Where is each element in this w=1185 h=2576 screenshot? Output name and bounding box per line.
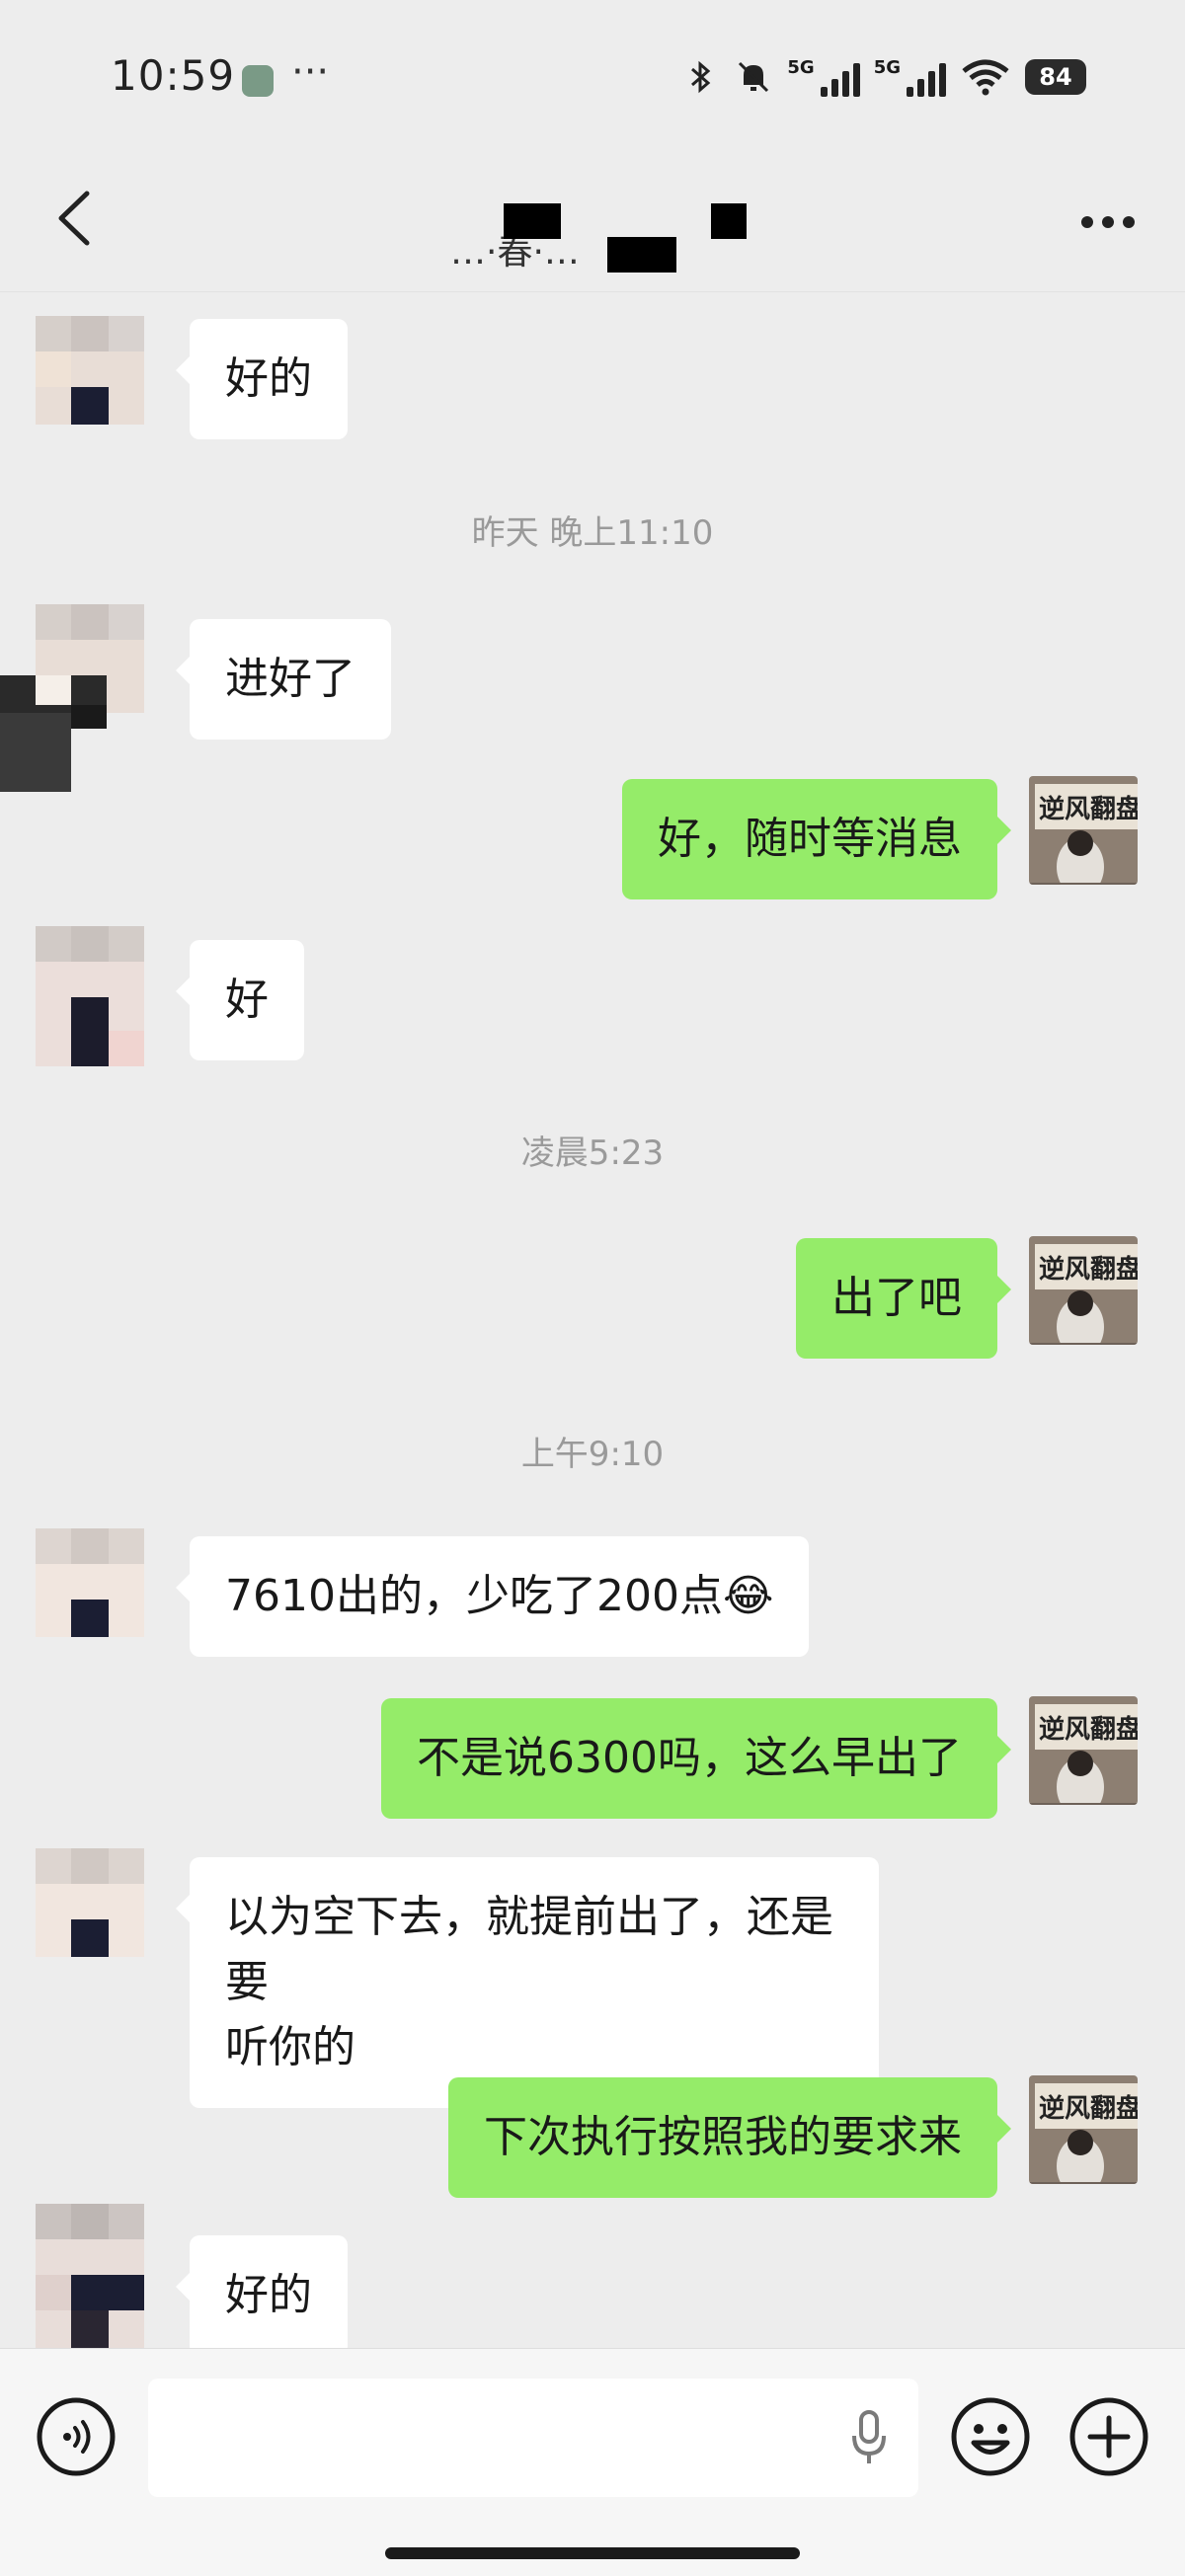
input-bar [0,2348,1185,2576]
contact-avatar[interactable] [36,2204,144,2348]
incoming-message[interactable]: 以为空下去，就提前出了，还是要 听你的 [176,1857,879,2108]
contact-avatar[interactable] [36,1528,144,1637]
contact-avatar[interactable] [36,316,144,425]
incoming-message[interactable]: 进好了 [176,619,391,740]
mute-bell-icon [739,61,769,93]
more-horizontal-icon[interactable] [1080,215,1136,229]
self-avatar[interactable]: 逆风翻盘 [1029,1236,1138,1345]
message-timestamp: 上午9:10 [520,1435,665,1474]
message-timestamp: 凌晨5:23 [520,1133,665,1173]
self-avatar[interactable]: 逆风翻盘 [1029,2075,1138,2184]
network-type-2: 5G [873,57,901,78]
redaction-box [607,237,676,273]
redaction-box [504,203,561,239]
message-input[interactable] [148,2379,918,2497]
microphone-icon[interactable] [849,2408,889,2467]
app-notification-icon [242,65,274,97]
self-avatar-calligraphy: 逆风翻盘 [1039,2093,1138,2124]
incoming-message[interactable]: 好的 [176,2235,348,2348]
signal-strength-icon: 5G [787,57,860,97]
contact-avatar[interactable] [36,926,144,1066]
self-avatar-calligraphy: 逆风翻盘 [1039,794,1138,824]
incoming-message[interactable]: 7610出的，少吃了200点😂 [175,1536,810,1657]
outgoing-message[interactable]: 好，随时等消息 [622,779,1011,899]
home-indicator[interactable] [385,2547,800,2559]
contact-avatar[interactable] [0,604,158,792]
voice-icon[interactable] [36,2396,117,2477]
signal-strength-icon-2: 5G [874,57,946,97]
outgoing-message[interactable]: 出了吧 [796,1238,1011,1359]
status-bar: 10:59 ··· 5G 5G 84 [0,0,1185,148]
contact-avatar[interactable] [36,1848,144,1957]
message-timestamp: 昨天 晚上11:10 [471,513,714,553]
status-icons: 5G 5G 84 [680,57,1086,97]
emoji-icon[interactable] [950,2396,1031,2477]
network-type: 5G [787,57,815,78]
message-row: 好的 [0,2204,1185,2348]
battery-indicator: 84 [1025,59,1086,95]
bluetooth-icon [691,60,711,94]
redaction-box [711,203,747,239]
wifi-icon [962,59,1009,96]
incoming-message[interactable]: 好的 [176,319,348,439]
outgoing-message[interactable]: 下次执行按照我的要求来 [448,2077,1011,2198]
self-avatar-calligraphy: 逆风翻盘 [1039,1254,1138,1285]
outgoing-message[interactable]: 不是说6300吗，这么早出了 [381,1698,1011,1819]
incoming-message[interactable]: 好 [176,940,304,1060]
chat-title: …·春·… [415,174,770,273]
self-avatar-calligraphy: 逆风翻盘 [1039,1714,1138,1745]
self-avatar[interactable]: 逆风翻盘 [1029,1696,1138,1805]
self-avatar[interactable]: 逆风翻盘 [1029,776,1138,885]
more-notifications-icon: ··· [291,49,330,95]
chat-header: …·春·… [0,148,1185,292]
chevron-left-icon[interactable] [51,188,97,249]
plus-circle-icon[interactable] [1068,2396,1149,2477]
status-time: 10:59 [111,51,236,100]
